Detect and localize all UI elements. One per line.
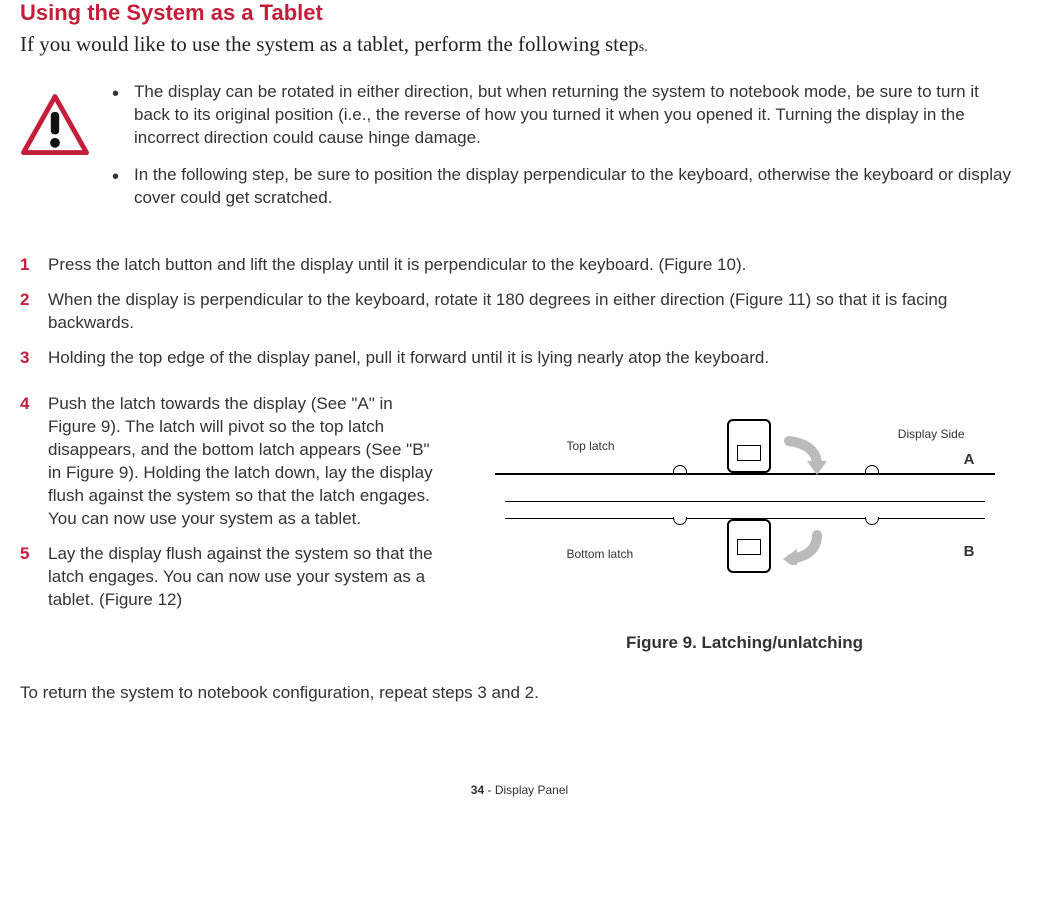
- step-number: 2: [20, 289, 34, 335]
- warning-box: The display can be rotated in either dir…: [20, 81, 1019, 224]
- warning-icon: [20, 91, 90, 161]
- right-column: Top latch Display Side Bottom latch A B: [470, 393, 1019, 653]
- label-b: B: [964, 543, 975, 560]
- intro-main: If you would like to use the system as a…: [20, 32, 639, 56]
- left-column: 4 Push the latch towards the display (Se…: [20, 393, 440, 653]
- warning-list: The display can be rotated in either dir…: [106, 81, 1019, 224]
- step-number: 5: [20, 543, 34, 612]
- steps-left: 4 Push the latch towards the display (Se…: [20, 393, 440, 611]
- page-footer: 34 - Display Panel: [20, 783, 1019, 797]
- diagram-top-line: [495, 473, 995, 475]
- section-heading: Using the System as a Tablet: [20, 0, 1019, 26]
- return-to-notebook-text: To return the system to notebook configu…: [20, 683, 1019, 703]
- intro-text: If you would like to use the system as a…: [20, 32, 1019, 57]
- arrow-b-icon: [783, 525, 829, 565]
- two-column-section: 4 Push the latch towards the display (Se…: [20, 393, 1019, 653]
- step-number: 1: [20, 254, 34, 277]
- intro-suffix: s.: [639, 40, 648, 55]
- hinge-shape: [673, 465, 687, 473]
- step-number: 3: [20, 347, 34, 370]
- hinge-shape: [865, 465, 879, 473]
- step-number: 4: [20, 393, 34, 531]
- step-item: 3 Holding the top edge of the display pa…: [20, 347, 1019, 370]
- display-side-label: Display Side: [898, 427, 965, 441]
- figure-caption: Figure 9. Latching/unlatching: [470, 633, 1019, 653]
- hinge-shape: [673, 517, 687, 525]
- step-text: Holding the top edge of the display pane…: [48, 347, 769, 370]
- steps-top: 1 Press the latch button and lift the di…: [20, 254, 1019, 370]
- step-text: Press the latch button and lift the disp…: [48, 254, 746, 277]
- footer-section: - Display Panel: [484, 783, 568, 797]
- step-item: 2 When the display is perpendicular to t…: [20, 289, 1019, 335]
- warning-item: In the following step, be sure to positi…: [106, 164, 1019, 210]
- warning-item: The display can be rotated in either dir…: [106, 81, 1019, 150]
- hinge-shape: [865, 517, 879, 525]
- step-text: When the display is perpendicular to the…: [48, 289, 1019, 335]
- latching-diagram: Top latch Display Side Bottom latch A B: [495, 413, 995, 613]
- bottom-latch-label: Bottom latch: [567, 547, 634, 561]
- label-a: A: [964, 451, 975, 468]
- step-item: 4 Push the latch towards the display (Se…: [20, 393, 440, 531]
- diagram-mid-line-1: [505, 501, 985, 502]
- step-item: 1 Press the latch button and lift the di…: [20, 254, 1019, 277]
- arrow-a-icon: [783, 435, 829, 475]
- top-latch-label: Top latch: [567, 439, 615, 453]
- figure-9: Top latch Display Side Bottom latch A B: [470, 413, 1019, 653]
- step-text: Push the latch towards the display (See …: [48, 393, 440, 531]
- step-item: 5 Lay the display flush against the syst…: [20, 543, 440, 612]
- latch-bottom-shape: [727, 519, 771, 573]
- latch-top-shape: [727, 419, 771, 473]
- step-text: Lay the display flush against the system…: [48, 543, 440, 612]
- page-number: 34: [471, 783, 484, 797]
